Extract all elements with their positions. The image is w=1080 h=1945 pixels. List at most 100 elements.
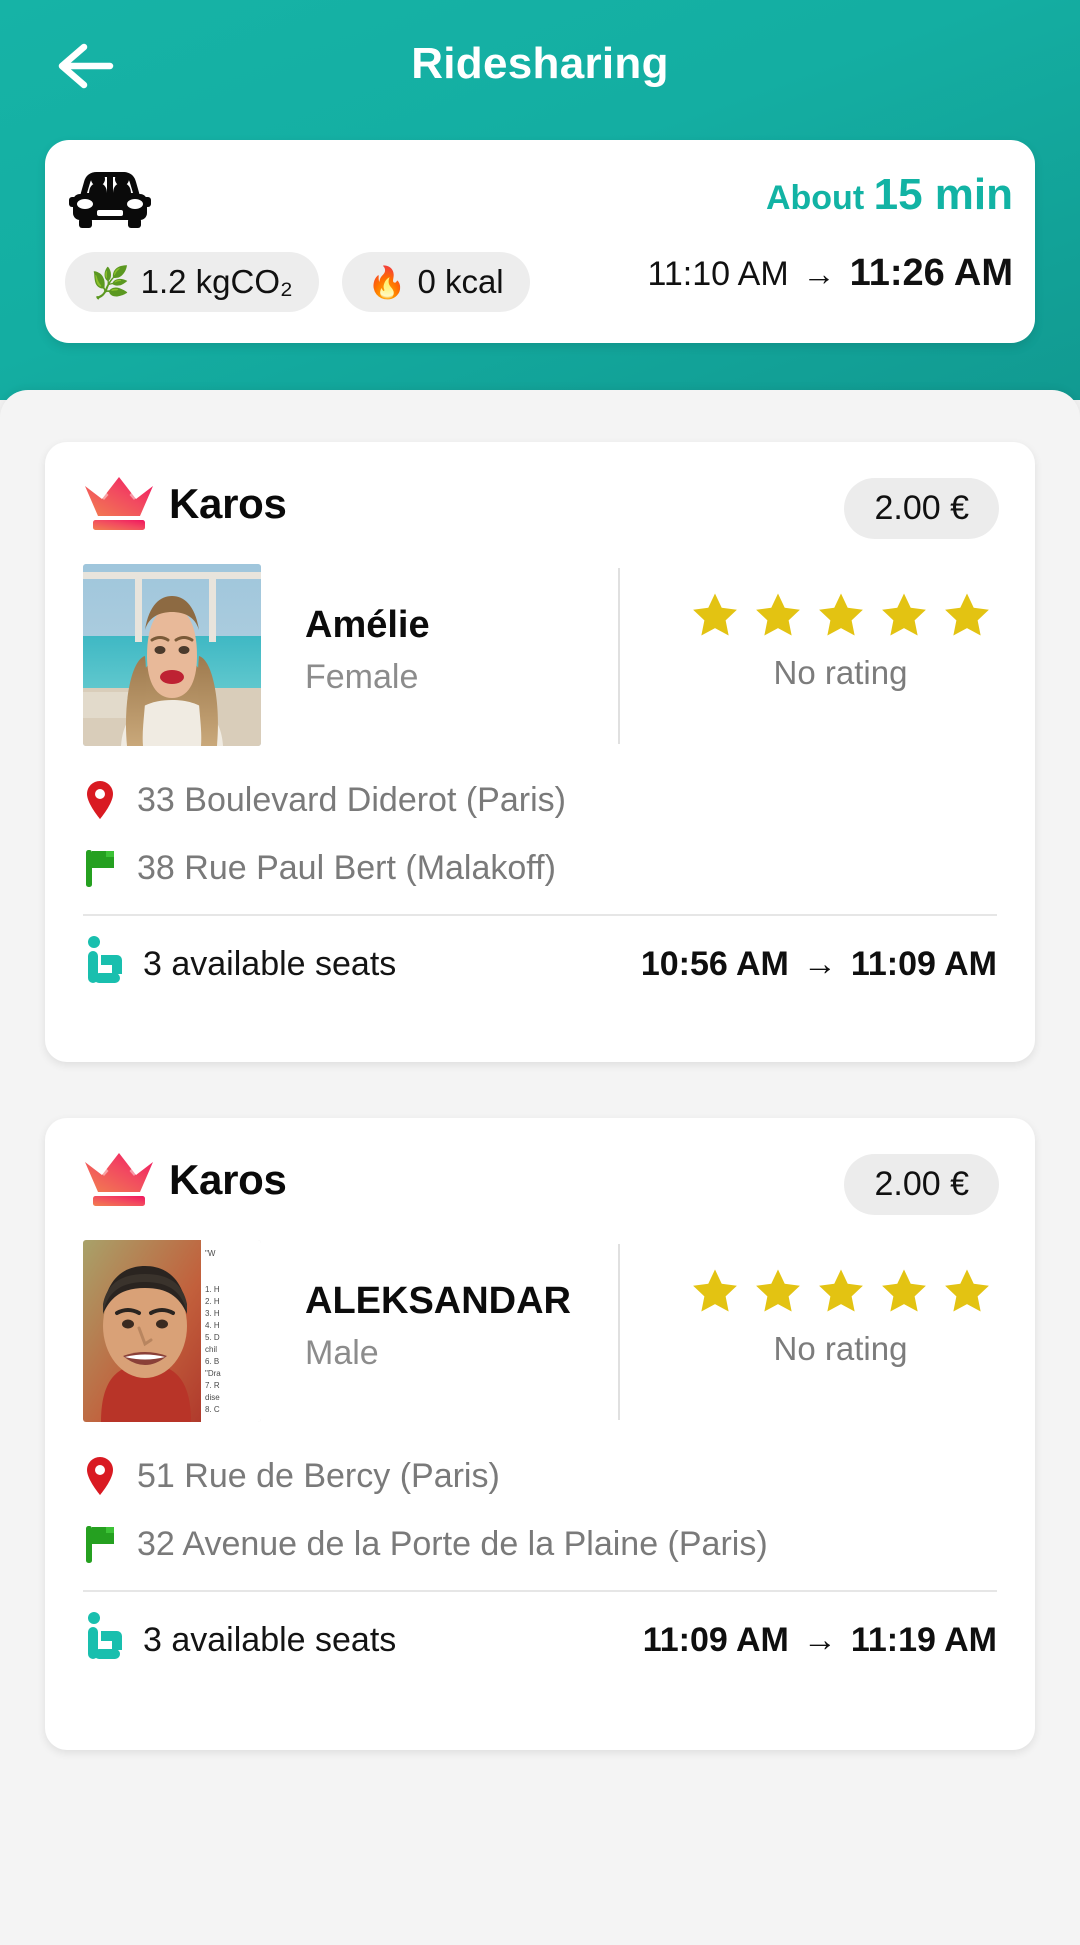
driver-gender: Female: [305, 657, 419, 696]
provider-name: Karos: [169, 480, 287, 527]
divider: [618, 1244, 620, 1420]
seats-info: 3 available seats: [83, 1611, 396, 1670]
co2-value: 1.2 kgCO₂: [140, 263, 293, 300]
star-icon: [755, 593, 800, 636]
rating-label: No rating: [773, 654, 908, 691]
ride-time-range: 11:09 AM → 11:19 AM: [643, 1621, 997, 1660]
ride-offer-card[interactable]: Karos 2.00 €: [45, 442, 1035, 1062]
destination-address: 32 Avenue de la Porte de la Plaine (Pari…: [137, 1524, 768, 1563]
star-icon: [944, 1269, 989, 1312]
driver-photo-female: [83, 564, 261, 746]
arrow-right-icon: →: [802, 944, 837, 983]
provider-brand: Karos: [83, 1152, 287, 1208]
provider-name: Karos: [169, 1156, 287, 1203]
driver-rating: No rating: [643, 590, 1038, 692]
dropoff-time: 11:09 AM: [850, 944, 997, 983]
map-pin-icon: [83, 780, 117, 820]
svg-text:2. H: 2. H: [205, 1297, 220, 1306]
pickup-time: 10:56 AM: [640, 944, 789, 983]
co2-badge: 🌿 1.2 kgCO₂: [65, 252, 319, 312]
driver-name: ALEKSANDAR: [305, 1280, 571, 1322]
ride-offer-card[interactable]: Karos 2.00 €: [45, 1118, 1035, 1750]
trip-summary-card: About 15 min 🌿 1.2 kgCO₂ 🔥 0 kcal 11:10 …: [45, 140, 1035, 343]
rating-label: No rating: [773, 1330, 908, 1367]
rating-stars: [643, 590, 1038, 642]
ride-price: 2.00 €: [844, 1154, 999, 1215]
results-sheet: Karos 2.00 € Amélie Female No rating 33 …: [0, 390, 1080, 1945]
svg-text:4. H: 4. H: [205, 1321, 220, 1330]
eta-label: About 15 min: [766, 170, 1013, 220]
arrow-right-icon: →: [802, 255, 836, 292]
star-icon: [944, 593, 989, 636]
origin-address: 33 Boulevard Diderot (Paris): [137, 780, 566, 819]
eta-prefix: About: [765, 179, 865, 217]
route-addresses: 51 Rue de Bercy (Paris) 32 Avenue de la …: [83, 1442, 997, 1578]
arrow-left-icon: [58, 43, 114, 89]
star-icon: [881, 593, 926, 636]
calories-value: 0 kcal: [417, 263, 504, 300]
destination-address: 38 Rue Paul Bert (Malakoff): [137, 848, 556, 887]
origin-row: 51 Rue de Bercy (Paris): [83, 1442, 997, 1510]
driver-row: Amélie Female No rating: [83, 560, 997, 750]
driver-photo-male: "W 1. H 2. H 3. H 4. H 5. D chil 6. B "D…: [83, 1240, 261, 1422]
eta-value: 15 min: [873, 170, 1013, 219]
destination-row: 38 Rue Paul Bert (Malakoff): [83, 834, 997, 902]
flag-icon: [83, 848, 117, 888]
svg-text:chil: chil: [205, 1345, 217, 1354]
svg-text:"W: "W: [205, 1249, 216, 1258]
driver-avatar[interactable]: [83, 564, 261, 746]
star-icon: [692, 593, 737, 636]
driver-row: "W 1. H 2. H 3. H 4. H 5. D chil 6. B "D…: [83, 1236, 997, 1426]
svg-text:8. C: 8. C: [205, 1405, 220, 1414]
star-icon: [818, 1269, 863, 1312]
crown-icon: [85, 477, 153, 530]
origin-address: 51 Rue de Bercy (Paris): [137, 1456, 500, 1495]
ride-card-header: Karos 2.00 €: [45, 442, 1035, 560]
star-icon: [818, 593, 863, 636]
provider-brand: Karos: [83, 476, 287, 532]
svg-text:"Dra: "Dra: [205, 1369, 221, 1378]
divider: [618, 568, 620, 744]
route-addresses: 33 Boulevard Diderot (Paris) 38 Rue Paul…: [83, 766, 997, 902]
seats-info: 3 available seats: [83, 935, 396, 994]
ride-card-footer: 3 available seats 11:09 AM → 11:19 AM: [83, 1592, 997, 1688]
driver-avatar[interactable]: "W 1. H 2. H 3. H 4. H 5. D chil 6. B "D…: [83, 1240, 261, 1422]
ride-card-footer: 3 available seats 10:56 AM → 11:09 AM: [83, 916, 997, 1012]
driver-name: Amélie: [305, 604, 430, 646]
svg-text:5. D: 5. D: [205, 1333, 220, 1342]
ride-time-range: 10:56 AM → 11:09 AM: [641, 945, 997, 984]
svg-text:7. R: 7. R: [205, 1381, 220, 1390]
ride-card-header: Karos 2.00 €: [45, 1118, 1035, 1236]
flame-icon: 🔥: [367, 264, 407, 300]
origin-row: 33 Boulevard Diderot (Paris): [83, 766, 997, 834]
page-title: Ridesharing: [411, 39, 669, 88]
crown-icon: [85, 1153, 153, 1206]
metrics-badge-row: 🌿 1.2 kgCO₂ 🔥 0 kcal: [65, 252, 530, 312]
carpool-car-icon: [67, 166, 153, 232]
arrow-right-icon: →: [802, 1620, 837, 1659]
rating-stars: [643, 1266, 1038, 1318]
trip-depart-time: 11:10 AM: [647, 255, 789, 293]
appbar: Ridesharing: [0, 0, 1080, 128]
trip-arrive-time: 11:26 AM: [849, 252, 1013, 294]
back-button[interactable]: [48, 28, 124, 104]
svg-text:1. H: 1. H: [205, 1285, 220, 1294]
star-icon: [755, 1269, 800, 1312]
flag-icon: [83, 1524, 117, 1564]
dropoff-time: 11:19 AM: [850, 1620, 997, 1659]
seats-label: 3 available seats: [143, 944, 397, 983]
driver-info: ALEKSANDAR Male: [305, 1280, 571, 1373]
svg-text:3. H: 3. H: [205, 1309, 220, 1318]
driver-rating: No rating: [643, 1266, 1038, 1368]
map-pin-icon: [83, 1456, 117, 1496]
seat-icon: [83, 935, 125, 994]
driver-info: Amélie Female: [305, 604, 430, 697]
trip-time-range: 11:10 AM → 11:26 AM: [648, 252, 1013, 295]
star-icon: [881, 1269, 926, 1312]
seat-icon: [83, 1611, 125, 1670]
ride-price: 2.00 €: [844, 478, 999, 539]
star-icon: [692, 1269, 737, 1312]
driver-gender: Male: [305, 1333, 379, 1372]
leaf-icon: 🌿: [91, 264, 130, 300]
seats-label: 3 available seats: [143, 1620, 397, 1659]
